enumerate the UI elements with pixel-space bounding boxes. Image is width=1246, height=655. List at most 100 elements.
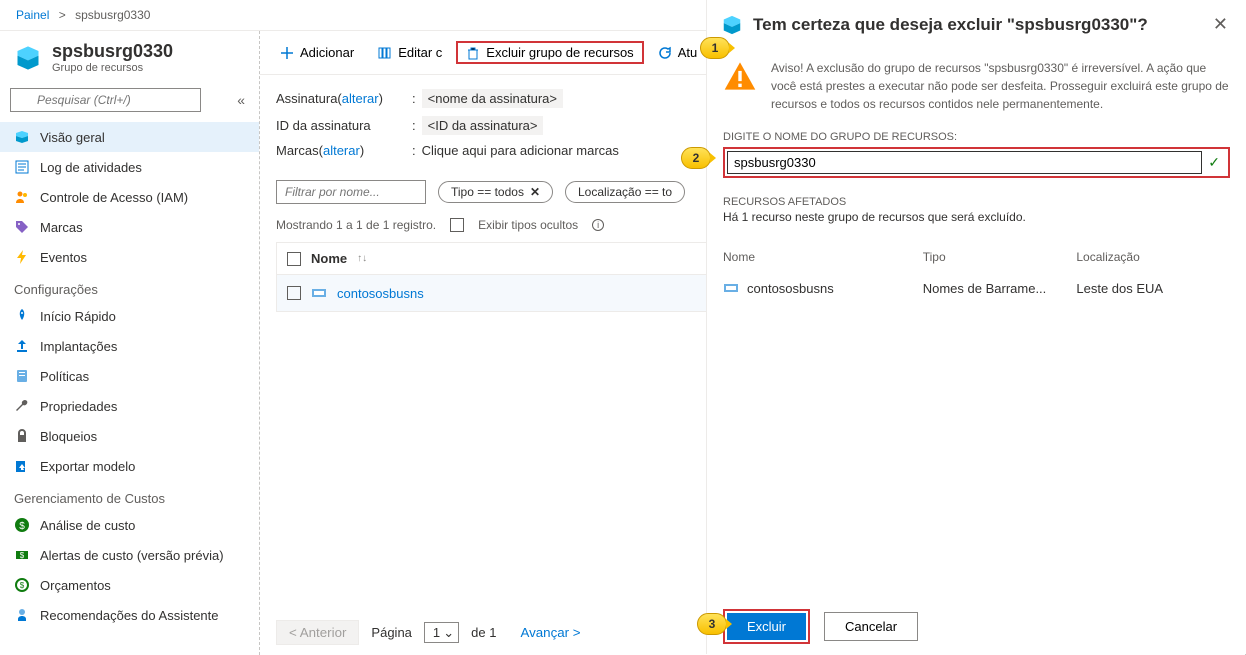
rocket-icon	[14, 308, 30, 324]
export-icon	[14, 458, 30, 474]
nav-access-control[interactable]: Controle de Acesso (IAM)	[0, 182, 259, 212]
nav-label: Exportar modelo	[40, 459, 135, 474]
section-cost: Gerenciamento de Custos	[0, 481, 259, 510]
panel-title: Tem certeza que deseja excluir "spsbusrg…	[753, 15, 1199, 35]
budget-icon: $	[14, 577, 30, 593]
nav-label: Bloqueios	[40, 429, 97, 444]
cube-icon	[14, 129, 30, 145]
nav-policies[interactable]: Políticas	[0, 361, 259, 391]
nav-label: Controle de Acesso (IAM)	[40, 190, 188, 205]
affected-table: Nome Tipo Localização contososbusns Nome…	[707, 242, 1246, 304]
nav-label: Políticas	[40, 369, 89, 384]
collapse-sidebar-button[interactable]: «	[233, 90, 249, 110]
pager: < Anterior Página 1 ⌄ de 1 Avançar >	[276, 620, 593, 645]
aff-col-name: Nome	[723, 250, 923, 264]
svg-text:$: $	[19, 521, 25, 532]
refresh-button[interactable]: Atu	[648, 41, 708, 64]
nav-locks[interactable]: Bloqueios	[0, 421, 259, 451]
nav-tags[interactable]: Marcas	[0, 212, 259, 242]
nav-budgets[interactable]: $ Orçamentos	[0, 570, 259, 600]
nav-cost-alerts[interactable]: $Alertas de custo (versão prévia)	[0, 540, 259, 570]
nav-label: Marcas	[40, 220, 83, 235]
sort-icon: ↑↓	[357, 253, 367, 264]
affected-type: Nomes de Barrame...	[923, 281, 1077, 296]
nav-cost-analysis[interactable]: $Análise de custo	[0, 510, 259, 540]
policy-icon	[14, 368, 30, 384]
log-icon	[14, 159, 30, 175]
sidebar-search-input[interactable]	[10, 88, 201, 112]
nav-quickstart[interactable]: Início Rápido	[0, 301, 259, 331]
lightning-icon	[14, 249, 30, 265]
nav-overview[interactable]: Visão geral	[0, 122, 259, 152]
nav-label: Alertas de custo (versão prévia)	[40, 548, 224, 563]
confirm-name-input[interactable]	[727, 151, 1202, 174]
columns-icon	[378, 46, 392, 60]
tag-icon	[14, 219, 30, 235]
nav-label: Visão geral	[40, 130, 105, 145]
trash-icon	[466, 46, 480, 60]
nav-label: Início Rápido	[40, 309, 116, 324]
resource-group-icon	[14, 44, 42, 72]
change-subscription-link[interactable]: alterar	[342, 91, 379, 106]
edit-columns-button[interactable]: Editar c	[368, 41, 452, 64]
breadcrumb-root[interactable]: Painel	[16, 8, 49, 22]
cancel-button[interactable]: Cancelar	[824, 612, 918, 641]
confirm-delete-button[interactable]: Excluir	[727, 613, 806, 640]
show-hidden-label: Exibir tipos ocultos	[478, 218, 578, 232]
row-checkbox[interactable]	[287, 286, 301, 300]
nav-activity-log[interactable]: Log de atividades	[0, 152, 259, 182]
clear-icon: ✕	[530, 185, 540, 199]
delete-resource-group-button[interactable]: Excluir grupo de recursos	[456, 41, 643, 64]
nav-label: Eventos	[40, 250, 87, 265]
delete-confirmation-panel: Tem certeza que deseja excluir "spsbusrg…	[706, 0, 1246, 654]
wrench-icon	[14, 398, 30, 414]
nav-events[interactable]: Eventos	[0, 242, 259, 272]
affected-resources-header: RECURSOS AFETADOS	[707, 192, 1246, 210]
page-select[interactable]: 1 ⌄	[424, 622, 459, 643]
nav-label: Orçamentos	[40, 578, 111, 593]
add-button[interactable]: Adicionar	[270, 41, 364, 64]
affected-resources-subtext: Há 1 recurso neste grupo de recursos que…	[707, 210, 1246, 236]
close-panel-button[interactable]: ✕	[1209, 10, 1232, 39]
nav-properties[interactable]: Propriedades	[0, 391, 259, 421]
nav-label: Log de atividades	[40, 160, 142, 175]
info-icon[interactable]: i	[592, 219, 604, 231]
subscription-label: Assinatura	[276, 91, 337, 106]
filter-type-pill[interactable]: Tipo == todos✕	[438, 181, 553, 203]
record-count-text: Mostrando 1 a 1 de 1 registro.	[276, 218, 436, 232]
warning-text: Aviso! A exclusão do grupo de recursos "…	[771, 59, 1230, 113]
nav-label: Implantações	[40, 339, 117, 354]
resource-name-link[interactable]: contososbusns	[337, 286, 424, 301]
nav-label: Recomendações do Assistente	[40, 608, 219, 623]
show-hidden-checkbox[interactable]	[450, 218, 464, 232]
page-of-label: de 1	[471, 625, 496, 640]
subscription-value: <nome da assinatura>	[422, 89, 563, 108]
column-name-header[interactable]: Nome	[311, 251, 347, 266]
subscription-id-label: ID da assinatura	[276, 118, 406, 133]
people-icon	[14, 189, 30, 205]
select-all-checkbox[interactable]	[287, 252, 301, 266]
resource-group-icon	[721, 14, 743, 36]
prev-page-button[interactable]: < Anterior	[276, 620, 359, 645]
callout-2: 2	[681, 147, 711, 169]
affected-loc: Leste dos EUA	[1076, 281, 1230, 296]
change-tags-link[interactable]: alterar	[323, 143, 360, 158]
callout-3: 3	[697, 613, 727, 635]
refresh-icon	[658, 46, 672, 60]
filter-name-input[interactable]	[276, 180, 426, 204]
callout-1: 1	[700, 37, 730, 59]
plus-icon	[280, 46, 294, 60]
resource-group-header: spsbusrg0330 Grupo de recursos	[0, 31, 259, 84]
next-page-button[interactable]: Avançar >	[508, 621, 592, 644]
add-tags-link[interactable]: Clique aqui para adicionar marcas	[422, 143, 619, 158]
filter-location-pill[interactable]: Localização == to	[565, 181, 685, 203]
nav-advisor[interactable]: Recomendações do Assistente	[0, 600, 259, 630]
page-title: spsbusrg0330	[52, 41, 173, 62]
sidebar: spsbusrg0330 Grupo de recursos « Visão g…	[0, 31, 260, 655]
breadcrumb-current: spsbusrg0330	[75, 8, 150, 22]
affected-row: contososbusns Nomes de Barrame... Leste …	[707, 272, 1246, 304]
nav-export-template[interactable]: Exportar modelo	[0, 451, 259, 481]
breadcrumb-sep: >	[59, 8, 66, 22]
nav-deployments[interactable]: Implantações	[0, 331, 259, 361]
warning-icon	[723, 59, 757, 93]
